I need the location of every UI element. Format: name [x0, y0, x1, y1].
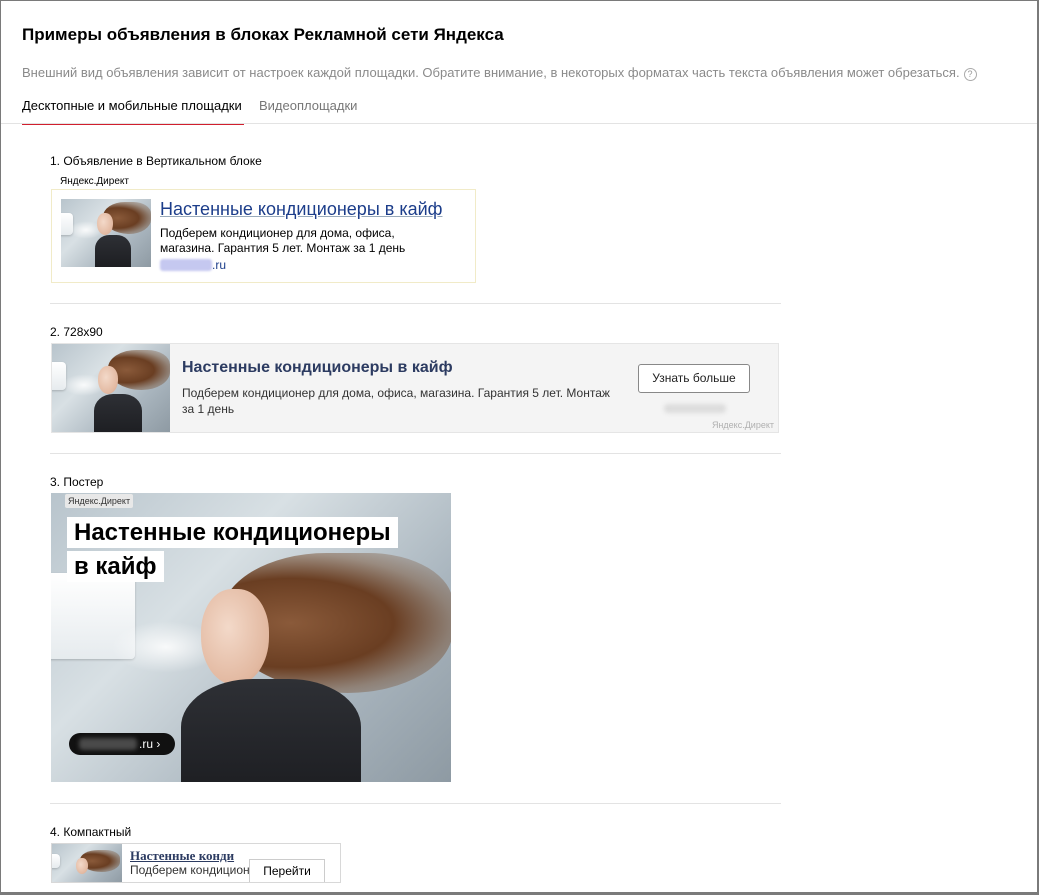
section-label-compact: 4. Компактный	[50, 825, 132, 839]
go-button[interactable]: Перейти	[249, 859, 325, 882]
section-label-poster: 3. Постер	[50, 475, 104, 489]
ad1-domain-link[interactable]: .ru	[160, 258, 226, 272]
ad4-text: Подберем кондицион	[130, 863, 250, 877]
ad3-domain-suffix: .ru ›	[139, 737, 161, 751]
tab-video[interactable]: Видеоплощадки	[259, 97, 357, 124]
tab-desktop-mobile[interactable]: Десктопные и мобильные площадки	[22, 97, 244, 125]
ad4-image[interactable]	[52, 844, 122, 882]
learn-more-button[interactable]: Узнать больше	[638, 364, 750, 393]
ad2-image[interactable]	[52, 344, 170, 432]
ad3-domain-pill[interactable]: .ru ›	[69, 733, 175, 755]
section-divider	[50, 303, 781, 304]
blurred-domain	[664, 404, 726, 413]
section-divider	[50, 803, 781, 804]
modal-subtitle: Внешний вид объявления зависит от настро…	[22, 65, 977, 81]
ad3-title-line1: Настенные кондиционеры	[67, 517, 398, 548]
ad1-domain-suffix: .ru	[212, 258, 227, 272]
section-label-vertical: 1. Объявление в Вертикальном блоке	[50, 154, 262, 168]
ad-examples-modal: Примеры объявления в блоках Рекламной се…	[1, 1, 1037, 892]
section-divider	[50, 453, 781, 454]
ad4-title-link[interactable]: Настенные конди	[130, 848, 234, 864]
ad2-text: Подберем кондиционер для дома, офиса, ма…	[182, 386, 610, 416]
ad1-title-link[interactable]: Настенные кондиционеры в кайф	[160, 199, 442, 220]
blurred-domain	[160, 259, 212, 271]
blurred-domain	[79, 738, 137, 750]
ad-compact-block[interactable]: Настенные конди Подберем кондицион Перей…	[51, 843, 341, 883]
ad1-image[interactable]	[61, 199, 151, 267]
ad3-brand-label: Яндекс.Директ	[65, 494, 134, 508]
ad3-title-link[interactable]: Настенные кондиционеры в кайф	[67, 516, 398, 584]
ad-poster-block[interactable]: Яндекс.Директ Настенные кондиционеры в ка…	[51, 493, 451, 782]
help-icon[interactable]: ?	[963, 68, 977, 81]
ad1-text: Подберем кондиционер для дома, офиса, ма…	[160, 226, 406, 255]
ad-728x90-block[interactable]: Настенные кондиционеры в кайф Подберем к…	[51, 343, 779, 433]
subtitle-text: Внешний вид объявления зависит от настро…	[22, 65, 960, 80]
ad2-brand-label: Яндекс.Директ	[711, 420, 774, 430]
ad3-title-line2: в кайф	[67, 551, 164, 582]
tabs-divider	[1, 123, 1037, 124]
modal-title: Примеры объявления в блоках Рекламной се…	[22, 25, 504, 44]
ad1-brand-label: Яндекс.Директ	[60, 176, 129, 187]
ad-vertical-block[interactable]: Настенные кондиционеры в кайф Подберем к…	[51, 189, 476, 283]
section-label-728x90: 2. 728x90	[50, 325, 103, 339]
ad2-title-link[interactable]: Настенные кондиционеры в кайф	[182, 359, 453, 377]
